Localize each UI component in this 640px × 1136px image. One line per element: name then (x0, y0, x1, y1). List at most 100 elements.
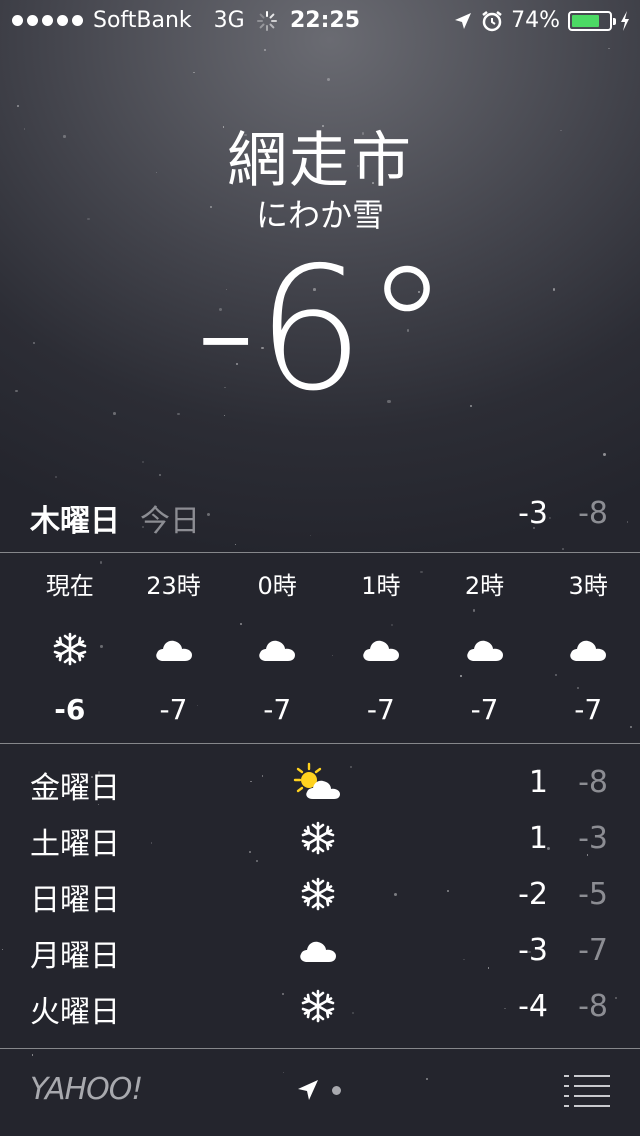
daily-row: 火曜日 -4 -8 (0, 979, 640, 1035)
snow-particle (553, 288, 556, 291)
today-day: 木曜日 (30, 504, 120, 539)
hourly-item: 1時 -7 (329, 566, 433, 728)
page-dot-icon[interactable] (332, 1086, 341, 1095)
city-name: 網走市 (227, 126, 413, 196)
hour-temp: -7 (574, 693, 603, 726)
location-arrow-icon (455, 12, 472, 29)
today-summary: 木曜日 今日 -3 -8 (0, 496, 640, 539)
hourly-item: 0時 -7 (225, 566, 329, 728)
today-high: -3 (518, 496, 548, 531)
snow-particle (159, 474, 162, 477)
snowflake-icon (18, 606, 122, 692)
signal-dots-icon (12, 15, 83, 26)
day-name: 金曜日 (30, 771, 120, 806)
snow-particle (602, 452, 606, 456)
snowflake-icon (290, 981, 346, 1031)
day-name: 日曜日 (30, 883, 120, 918)
hour-label: 0時 (257, 572, 297, 600)
hour-label: 23時 (146, 572, 201, 600)
snow-particle (387, 400, 391, 404)
svg-text:-6°: -6° (195, 240, 450, 400)
day-name: 土曜日 (30, 827, 120, 862)
snow-particle (223, 414, 225, 416)
cloud-icon (122, 606, 226, 692)
day-name: 火曜日 (30, 995, 120, 1030)
snow-particle (193, 71, 195, 74)
snow-particle (562, 548, 564, 550)
day-low: -8 (578, 989, 608, 1024)
hourly-item: 2時 -7 (433, 566, 537, 728)
cloud-icon (433, 606, 537, 692)
snow-particle (99, 561, 102, 564)
charging-bolt-icon (621, 10, 629, 31)
battery-level (572, 14, 599, 27)
snow-particle (608, 47, 610, 50)
snow-particle (33, 341, 36, 344)
day-name: 月曜日 (30, 939, 120, 974)
snow-particle (141, 461, 144, 464)
snow-particle (17, 105, 20, 108)
daily-row: 土曜日 1 -3 (0, 811, 640, 867)
snow-particle (234, 544, 236, 546)
snow-particle (282, 1072, 284, 1074)
hour-label: 1時 (361, 572, 401, 600)
snow-particle (15, 389, 18, 392)
carrier-name: SoftBank (93, 8, 192, 33)
hourly-item: 現在 -6 (18, 566, 122, 728)
battery-percent: 74% (511, 8, 560, 33)
hour-label: 3時 (568, 572, 608, 600)
snow-particle (327, 77, 331, 82)
hour-temp: -7 (470, 693, 499, 726)
alarm-clock-icon (482, 10, 502, 31)
cloud-icon (536, 606, 640, 692)
activity-spinner-icon (256, 10, 277, 31)
snow-particle (469, 404, 472, 407)
hourly-forecast[interactable]: 現在 -6 23時 -7 0時 -7 1時 -7 2時 -7 3時 -7 (18, 566, 640, 728)
snow-particle (113, 411, 117, 415)
snow-particle (426, 1077, 429, 1080)
status-bar: SoftBank 3G 22:25 74% (0, 0, 640, 40)
cloud-icon (225, 606, 329, 692)
snowflake-icon (290, 869, 346, 919)
hour-temp: -6 (54, 693, 86, 726)
day-high: 1 (528, 765, 548, 800)
today-low: -8 (578, 496, 608, 531)
battery-icon (568, 10, 616, 31)
divider (0, 552, 640, 553)
yahoo-logo[interactable]: YAHOO! (30, 1072, 143, 1107)
day-low: -7 (578, 933, 608, 968)
hour-label: 2時 (464, 572, 505, 600)
snow-particle (31, 1054, 34, 1056)
day-low: -5 (578, 877, 608, 912)
day-high: -3 (518, 933, 548, 968)
cloud-icon (290, 925, 346, 975)
partly-sunny-icon (290, 757, 346, 807)
hour-temp: -7 (263, 693, 292, 726)
snow-particle (177, 412, 180, 415)
snow-particle (263, 49, 266, 52)
day-high: -2 (518, 877, 548, 912)
divider (0, 743, 640, 744)
snowflake-icon (290, 813, 346, 863)
divider (0, 1048, 640, 1049)
status-time: 22:25 (290, 8, 361, 33)
day-high: 1 (528, 821, 548, 856)
daily-row: 金曜日 1 -8 (0, 755, 640, 811)
location-arrow-icon[interactable] (296, 1078, 320, 1102)
hourly-item: 23時 -7 (122, 566, 226, 728)
current-temperature: -6° (195, 240, 450, 400)
hour-label: 現在 (45, 572, 94, 600)
hourly-item: 3時 -7 (536, 566, 640, 728)
cloud-icon (329, 606, 433, 692)
daily-row: 月曜日 -3 -7 (0, 923, 640, 979)
hour-temp: -7 (159, 693, 188, 726)
network-type: 3G (213, 8, 245, 33)
snow-particle (54, 475, 58, 479)
day-low: -3 (578, 821, 608, 856)
weather-condition: にわか雪 (255, 196, 384, 234)
hour-temp: -7 (366, 693, 395, 726)
list-icon[interactable] (564, 1074, 610, 1108)
day-low: -8 (578, 765, 608, 800)
day-high: -4 (518, 989, 548, 1024)
daily-row: 日曜日 -2 -5 (0, 867, 640, 923)
